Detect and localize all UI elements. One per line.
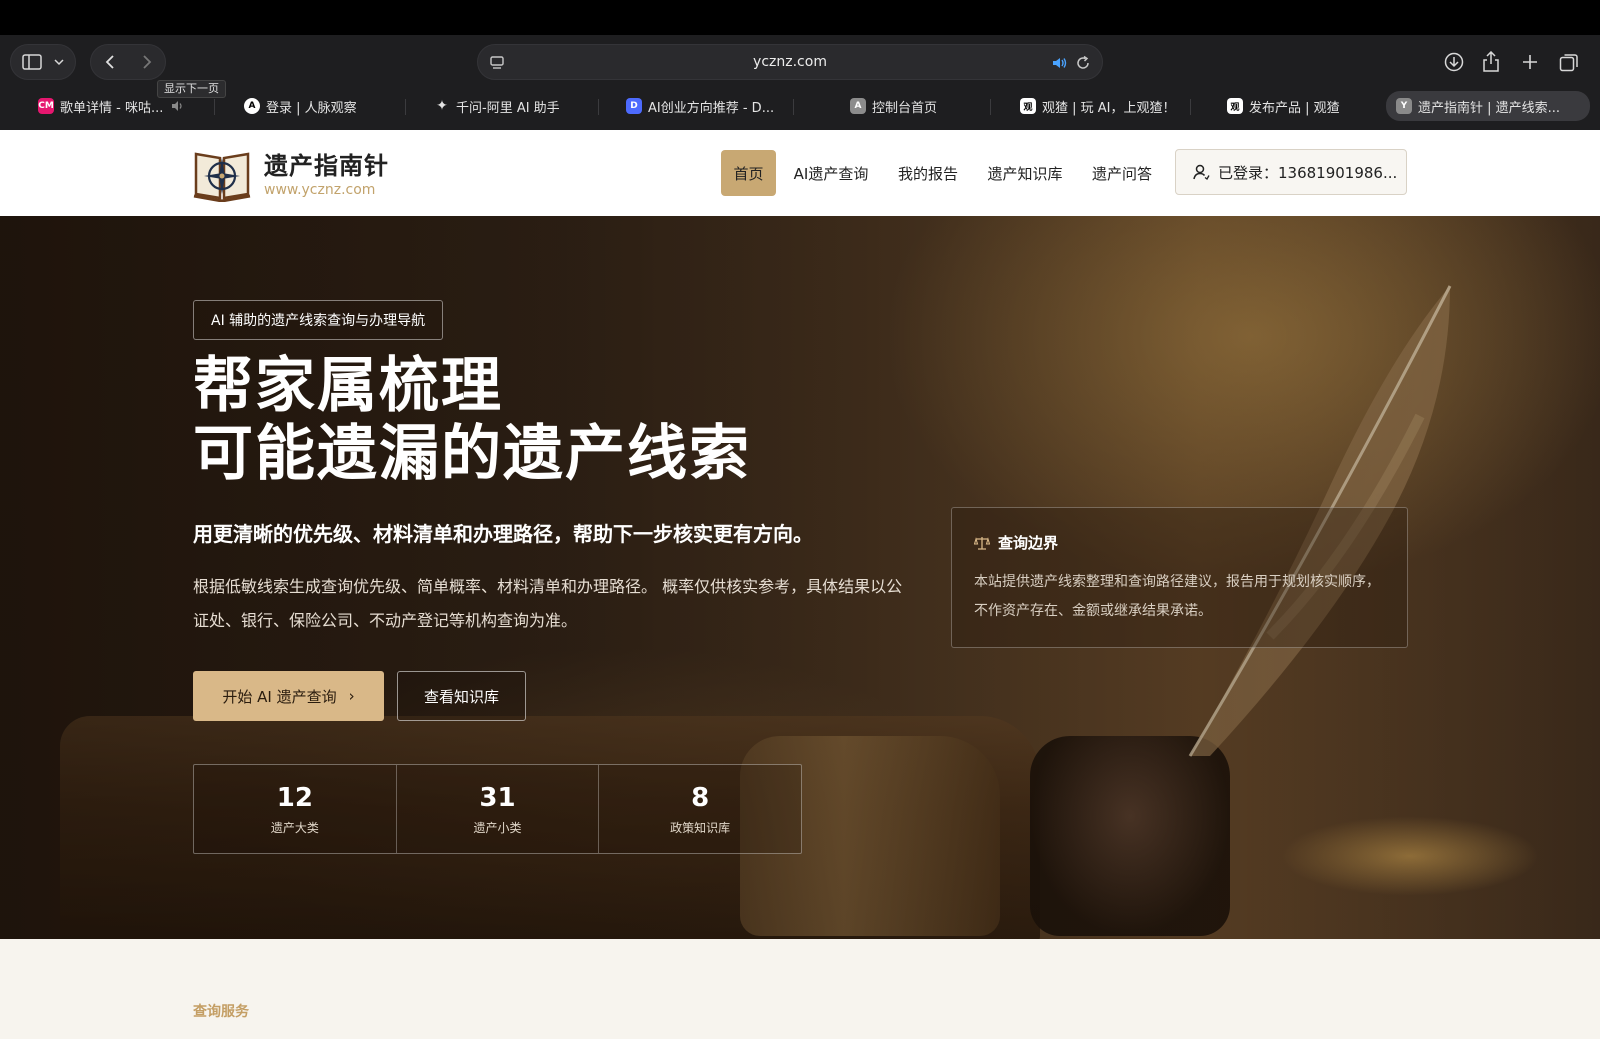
tab-item[interactable]: D AI创业方向推荐 - D... — [626, 91, 796, 121]
nav-my-reports[interactable]: 我的报告 — [890, 150, 966, 196]
renmai-favicon: A — [244, 98, 260, 114]
tab-separator — [598, 99, 599, 115]
tab-label: AI创业方向推荐 - D... — [648, 100, 775, 116]
tab-label: 发布产品 | 观猹 — [1249, 100, 1340, 116]
view-knowledge-base-button[interactable]: 查看知识库 — [397, 671, 526, 721]
tab-separator — [214, 99, 215, 115]
query-scope-body: 本站提供遗产线索整理和查询路径建议，报告用于规划核实顺序，不作资产存在、金额或继… — [974, 574, 1380, 619]
stat-label: 遗产大类 — [270, 820, 319, 835]
qwen-favicon: ✦ — [436, 98, 448, 114]
site-header: 遗产指南针 www.ycznz.com 首页 AI遗产查询 我的报告 遗产知识库… — [0, 130, 1600, 216]
tab-item[interactable]: ✦ 千问-阿里 AI 助手 — [434, 91, 604, 121]
tab-separator — [793, 99, 794, 115]
hero-title: 帮家属梳理 可能遗漏的遗产线索 — [193, 352, 751, 488]
tab-label: 遗产指南针 | 遗产线索... — [1418, 100, 1561, 116]
speaker-icon[interactable] — [1050, 54, 1068, 72]
sidebar-toggle-button[interactable] — [10, 44, 76, 80]
share-icon — [1483, 51, 1499, 72]
query-scope-title: 查询边界 — [974, 532, 1058, 553]
muted-speaker-icon[interactable] — [171, 100, 187, 112]
plus-icon — [1523, 55, 1537, 69]
download-icon — [1444, 52, 1464, 72]
nav-home[interactable]: 首页 — [721, 150, 776, 196]
nav-ai-query[interactable]: AI遗产查询 — [786, 150, 876, 196]
new-tab-button[interactable] — [1514, 46, 1546, 78]
tab-bar: CM 歌单详情 - 咪咕... A 登录 | 人脉观察 ✦ 千问-阿里 AI 助… — [0, 89, 1600, 123]
stat-item: 8 政策知识库 — [599, 765, 801, 853]
stat-number: 12 — [276, 782, 313, 813]
hero-title-line-1: 帮家属梳理 — [193, 351, 503, 421]
query-scope-title-text: 查询边界 — [998, 534, 1059, 552]
back-button[interactable] — [91, 54, 128, 70]
stat-item: 31 遗产小类 — [397, 765, 600, 853]
start-ai-query-label: 开始 AI 遗产查询 — [222, 687, 337, 706]
tab-item[interactable]: 观 观猹 | 玩 AI，上观猹！ — [1020, 91, 1195, 121]
system-top-bar — [0, 0, 1600, 35]
hero-lead: 用更清晰的优先级、材料清单和办理路径，帮助下一步核实更有方向。 — [193, 522, 813, 546]
query-scope-card: 查询边界 本站提供遗产线索整理和查询路径建议，报告用于规划核实顺序，不作资产存在… — [951, 507, 1408, 648]
downloads-button[interactable] — [1438, 46, 1470, 78]
tabs-overview-icon — [1559, 54, 1578, 72]
share-button[interactable] — [1475, 46, 1507, 78]
browser-toolbar: ycznz.com — [0, 35, 1600, 89]
tab-item-active[interactable]: Y 遗产指南针 | 遗产线索... — [1386, 91, 1590, 121]
ycznz-favicon: Y — [1396, 98, 1412, 114]
logged-in-user-button[interactable]: 已登录：13681901986... — [1175, 149, 1407, 195]
chevron-left-icon — [105, 55, 114, 69]
tab-overview-button[interactable] — [1553, 46, 1585, 78]
hero-description: 根据低敏线索生成查询优先级、简单概率、材料清单和办理路径。 概率仅供核实参考，具… — [193, 577, 903, 630]
hero-badge: AI 辅助的遗产线索查询与办理导航 — [193, 300, 444, 340]
hero-title-line-2: 可能遗漏的遗产线索 — [193, 419, 751, 489]
stats-panel: 12 遗产大类 31 遗产小类 8 政策知识库 — [193, 764, 802, 854]
guancha-favicon: 观 — [1227, 98, 1243, 114]
nav-knowledge-base[interactable]: 遗产知识库 — [980, 150, 1070, 196]
tooltip-next-page: 显示下一页 — [157, 80, 226, 98]
section-kicker: 查询服务 — [193, 1004, 249, 1020]
tab-label: 千问-阿里 AI 助手 — [456, 100, 560, 116]
stat-label: 遗产小类 — [473, 820, 522, 835]
tab-separator — [1190, 99, 1191, 115]
browser-chrome: ycznz.com 显示下一页 CM 歌单详情 - 咪咕... A 登录 | 人… — [0, 35, 1600, 130]
stat-number: 8 — [691, 782, 710, 813]
tab-item[interactable]: A 控制台首页 — [850, 91, 990, 121]
chevron-right-icon: › — [348, 687, 355, 705]
console-favicon: A — [850, 98, 866, 114]
tab-separator — [405, 99, 406, 115]
chevron-down-icon — [54, 59, 64, 66]
start-ai-query-button[interactable]: 开始 AI 遗产查询 › — [193, 671, 384, 721]
deepseek-favicon: D — [626, 98, 642, 114]
site-domain: www.ycznz.com — [264, 182, 376, 198]
login-label: 已登录：13681901986... — [1218, 163, 1398, 182]
nav-qa[interactable]: 遗产问答 — [1084, 150, 1160, 196]
site-title[interactable]: 遗产指南针 — [264, 146, 389, 181]
tab-item[interactable]: A 登录 | 人脉观察 — [244, 91, 394, 121]
tab-label: 控制台首页 — [872, 100, 938, 116]
tab-separator — [990, 99, 991, 115]
stat-item: 12 遗产大类 — [194, 765, 397, 853]
address-bar[interactable]: ycznz.com — [477, 44, 1103, 80]
scales-icon — [974, 536, 990, 550]
stat-label: 政策知识库 — [670, 820, 731, 835]
hero-section: AI 辅助的遗产线索查询与办理导航 帮家属梳理 可能遗漏的遗产线索 用更清晰的优… — [0, 216, 1600, 939]
services-section: 查询服务 — [0, 939, 1600, 1039]
tab-item[interactable]: 观 发布产品 | 观猹 — [1227, 91, 1357, 121]
forward-button[interactable] — [128, 54, 165, 70]
migu-favicon: CM — [38, 98, 54, 114]
stat-number: 31 — [479, 782, 516, 813]
compass-icon — [193, 152, 251, 203]
sidebar-icon — [22, 54, 42, 70]
address-url: ycznz.com — [753, 54, 827, 70]
reload-icon[interactable] — [1074, 54, 1092, 72]
tab-label: 观猹 | 玩 AI，上观猹！ — [1042, 100, 1176, 116]
compass-book-logo[interactable] — [192, 146, 252, 203]
nav-buttons-group — [90, 44, 166, 80]
user-icon — [1193, 164, 1210, 180]
guancha-favicon: 观 — [1020, 98, 1036, 114]
chevron-right-icon — [142, 55, 151, 69]
tab-label: 歌单详情 - 咪咕... — [60, 100, 164, 116]
tab-label: 登录 | 人脉观察 — [266, 100, 357, 116]
